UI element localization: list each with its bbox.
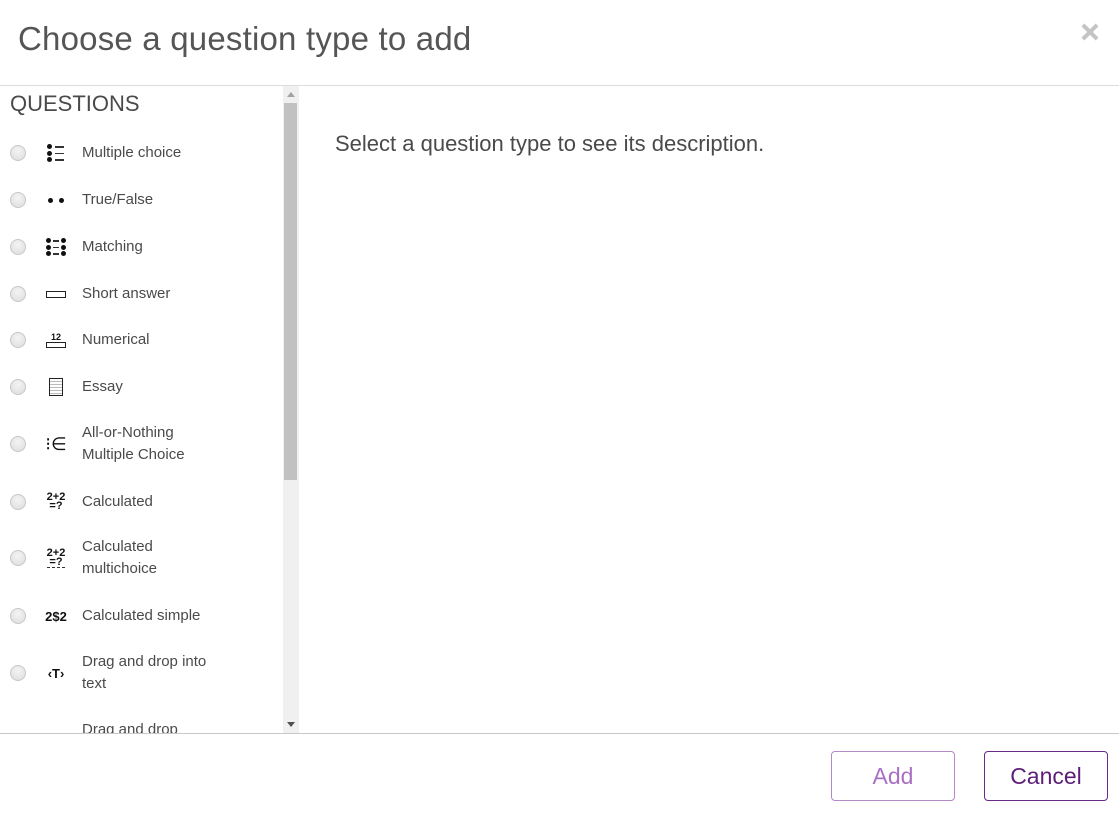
section-heading-questions: QUESTIONS (10, 91, 140, 116)
question-type-item[interactable]: Multiple choice (0, 142, 283, 164)
question-type-item[interactable]: Matching (0, 236, 283, 258)
multiple-choice-icon (44, 141, 68, 165)
radio-button[interactable] (10, 239, 26, 255)
question-type-list: QUESTIONS Multiple choice True/False Mat… (0, 86, 283, 733)
radio-button[interactable] (10, 332, 26, 348)
question-type-label: Calculated simple (82, 607, 201, 624)
radio-button[interactable] (10, 436, 26, 452)
question-type-item[interactable]: ‹T› Drag and drop into text (0, 651, 283, 695)
question-type-item[interactable]: 12 Numerical (0, 329, 283, 351)
cancel-button[interactable]: Cancel (984, 751, 1108, 801)
true-false-icon (44, 188, 68, 212)
radio-button[interactable] (10, 145, 26, 161)
dialog-header: Choose a question type to add (0, 0, 1119, 86)
short-answer-icon (44, 282, 68, 306)
scroll-down-arrow-icon[interactable] (287, 722, 295, 727)
question-type-label: Matching (82, 238, 143, 255)
drag-drop-text-icon: ‹T› (47, 665, 65, 681)
close-icon[interactable] (1079, 22, 1099, 42)
radio-button[interactable] (10, 379, 26, 395)
matching-icon (44, 235, 68, 259)
question-type-item[interactable]: Short answer (0, 283, 283, 305)
calculated-icon: 2+2 =? (44, 490, 68, 514)
all-or-nothing-icon: ⁝∈ (45, 433, 67, 454)
dialog-title: Choose a question type to add (18, 20, 472, 57)
question-type-label: Short answer (82, 285, 171, 302)
description-text: Select a question type to see its descri… (335, 131, 765, 156)
question-type-item[interactable]: Essay (0, 376, 283, 398)
scroll-up-arrow-icon[interactable] (287, 92, 295, 97)
radio-button[interactable] (10, 665, 26, 681)
question-type-label: Essay (82, 378, 123, 395)
list-scrollbar[interactable] (283, 86, 299, 733)
question-type-item[interactable]: 2+2 =? Calculated (0, 491, 283, 513)
numerical-icon: 12 (44, 328, 68, 352)
question-type-label: Numerical (82, 331, 150, 348)
radio-button[interactable] (10, 286, 26, 302)
scrollbar-thumb[interactable] (284, 103, 297, 480)
calculated-multichoice-icon: 2+2 =? (44, 546, 68, 570)
radio-button[interactable] (10, 192, 26, 208)
essay-icon (44, 375, 68, 399)
calc-multi-icon-bottom: =? (49, 555, 63, 568)
numerical-icon-text: 12 (50, 331, 61, 342)
calculated-simple-icon: 2$2 (45, 608, 67, 624)
question-type-item[interactable]: 2$2 Calculated simple (0, 605, 283, 627)
radio-button[interactable] (10, 494, 26, 510)
question-type-label: Drag and drop (82, 721, 178, 733)
question-type-item[interactable]: True/False (0, 189, 283, 211)
question-type-label: Drag and drop into text (82, 653, 207, 692)
dialog-footer: Add Cancel (0, 733, 1119, 817)
calculated-icon-bottom: =? (49, 500, 63, 512)
question-type-item[interactable]: ⁝∈ All-or-Nothing Multiple Choice (0, 422, 283, 466)
add-button[interactable]: Add (831, 751, 955, 801)
question-type-label: All-or-Nothing Multiple Choice (82, 424, 185, 463)
question-type-label: Calculated (82, 493, 153, 510)
question-type-label: Multiple choice (82, 144, 182, 161)
question-type-label: Calculated multichoice (82, 538, 158, 577)
question-type-item[interactable]: 2+2 =? Calculated multichoice (0, 536, 283, 580)
question-type-label: True/False (82, 191, 154, 208)
radio-button[interactable] (10, 608, 26, 624)
radio-button[interactable] (10, 550, 26, 566)
question-type-item[interactable]: Drag and drop (0, 719, 283, 733)
